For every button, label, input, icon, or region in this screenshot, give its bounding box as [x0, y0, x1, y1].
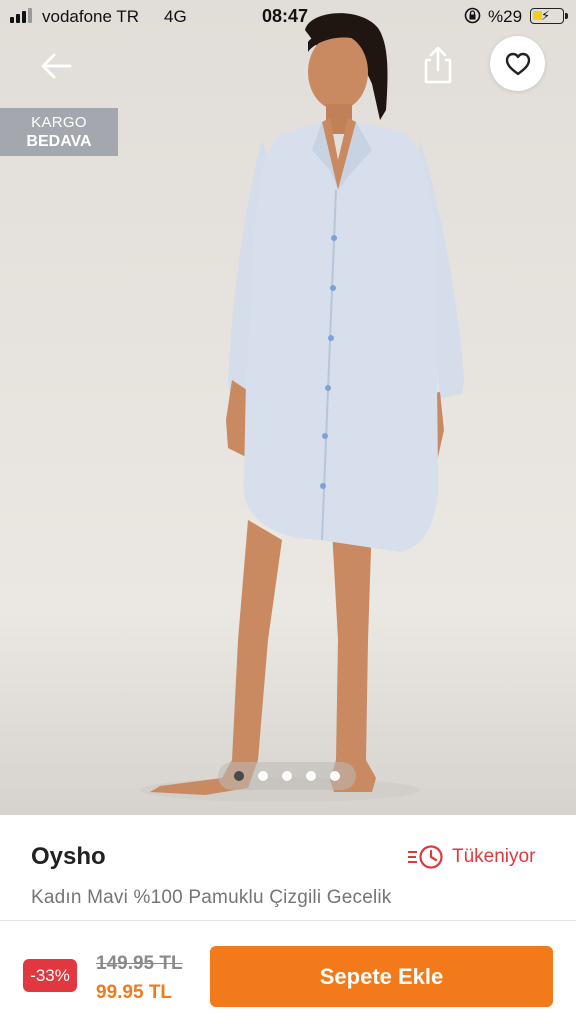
discount-badge: -33% [23, 959, 77, 992]
back-button[interactable] [36, 46, 80, 86]
network-type: 4G [164, 7, 187, 26]
battery-percent: %29 [488, 7, 523, 26]
rotation-lock-icon [464, 7, 481, 24]
carrier-name: vodafone TR [42, 7, 140, 26]
purchase-bar: -33% 149.95 TL 99.95 TL Sepete Ekle [0, 921, 576, 1024]
stock-status: Tükeniyor [406, 844, 535, 870]
stock-status-label: Tükeniyor [452, 846, 536, 867]
pager-dot[interactable] [330, 771, 340, 781]
heart-icon [505, 52, 530, 75]
product-info: Oysho Tükeniyor Kadın Mavi %100 Pamuklu … [0, 815, 576, 920]
free-shipping-badge: KARGO BEDAVA [0, 108, 118, 156]
clock-icon [408, 845, 443, 869]
current-price: 99.95 TL [96, 982, 173, 1003]
share-button[interactable] [418, 42, 458, 86]
product-title: Kadın Mavi %100 Pamuklu Çizgili Gecelik [31, 887, 392, 908]
product-detail-screen: vodafone TR 4G 08:47 %29 ⚡ KARGO BEDAVA … [0, 0, 576, 1024]
share-icon [424, 46, 452, 84]
pager-dot[interactable] [234, 771, 244, 781]
badge-line-2: BEDAVA [26, 133, 92, 150]
pager-dot[interactable] [282, 771, 292, 781]
badge-line-1: KARGO [31, 114, 87, 131]
battery-icon: ⚡ [530, 8, 568, 24]
pager-dot[interactable] [258, 771, 268, 781]
status-time: 08:47 [262, 6, 309, 26]
old-price: 149.95 TL [96, 953, 183, 974]
status-bar: vodafone TR 4G 08:47 %29 ⚡ [0, 0, 576, 34]
add-to-cart-button[interactable]: Sepete Ekle [210, 946, 553, 1007]
product-image-gallery[interactable]: vodafone TR 4G 08:47 %29 ⚡ KARGO BEDAVA [0, 0, 576, 815]
arrow-left-icon [41, 53, 72, 79]
pager-dot[interactable] [306, 771, 316, 781]
brand-name[interactable]: Oysho [31, 843, 106, 871]
image-pager[interactable] [218, 762, 356, 790]
signal-strength-icon [10, 8, 32, 23]
favorite-button[interactable] [490, 36, 545, 91]
